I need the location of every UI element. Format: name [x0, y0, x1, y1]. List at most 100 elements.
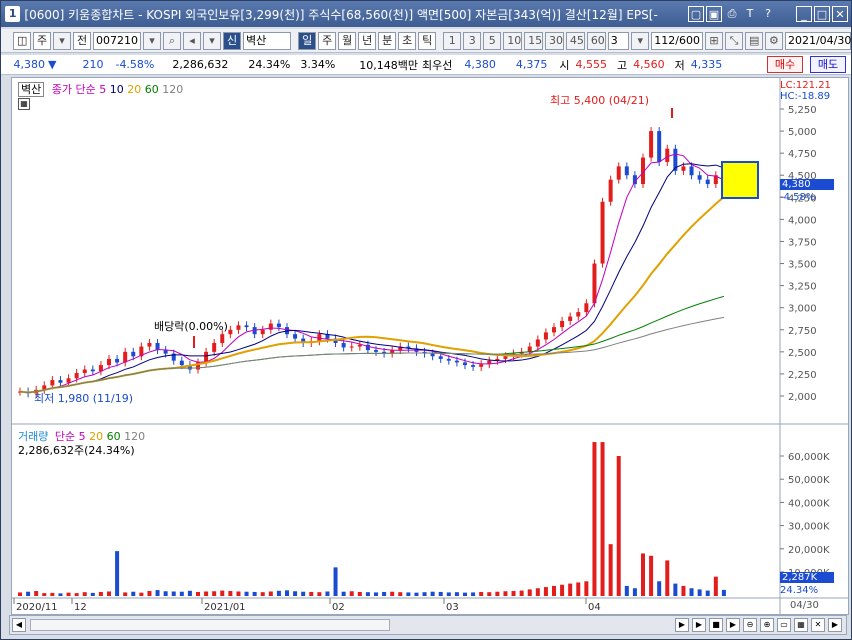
zoom-fit-icon[interactable]: ⊕: [760, 618, 774, 632]
candle-body: [260, 329, 265, 335]
chart-area[interactable]: 5,250 5,000 4,750 4,500 4,250 4,000 3,750 3,500…: [11, 77, 849, 615]
price-tick-label: 4,000: [788, 215, 817, 226]
candle-body: [657, 131, 662, 162]
grid-toggle-icon[interactable]: ▦: [18, 98, 30, 110]
zoom-in-icon[interactable]: ⊞: [704, 31, 723, 50]
volume-bar: [349, 591, 354, 596]
volume-bar: [438, 591, 443, 596]
date-input[interactable]: 2021/04/30: [784, 31, 851, 50]
interval-month[interactable]: 월: [338, 31, 357, 50]
minute-15[interactable]: 15: [524, 31, 544, 50]
price-tick-label: 3,000: [788, 304, 817, 315]
maximize-icon[interactable]: □: [814, 6, 830, 22]
chart-window: 1 [0600] 키움종합차트 - KOSPI 외국인보유[3,299(천)] …: [0, 0, 852, 640]
period-type-select[interactable]: 주: [33, 31, 51, 50]
volume-bar: [74, 593, 79, 596]
fast-forward-icon[interactable]: ▶: [726, 618, 740, 632]
volume-bar: [560, 584, 565, 596]
stop-icon[interactable]: ■: [709, 618, 723, 632]
interval-minute[interactable]: 분: [378, 31, 397, 50]
open-price: 4,555: [575, 58, 608, 71]
volume-bar: [632, 588, 637, 596]
candle-body: [584, 303, 589, 313]
scroll-right-icon[interactable]: ▶: [828, 618, 842, 632]
save-chart-icon[interactable]: ▤: [744, 31, 763, 50]
volume-bar: [398, 592, 403, 596]
x-tick-label: 2021/01: [204, 602, 246, 613]
minute-60[interactable]: 60: [586, 31, 606, 50]
volume-bar: [107, 591, 111, 596]
volume-bar: [131, 591, 136, 596]
play-icon[interactable]: ▶: [692, 618, 706, 632]
tick-dropdown-icon[interactable]: ▾: [631, 31, 650, 50]
ma5-label: 5: [99, 83, 107, 96]
minute-10[interactable]: 10: [503, 31, 523, 50]
candle-body: [576, 312, 581, 317]
print-icon[interactable]: ⎙: [724, 6, 740, 22]
candle-body: [568, 316, 573, 321]
stock-name-field[interactable]: 벽산: [243, 31, 292, 50]
scroll-next-icon[interactable]: ▶: [675, 618, 689, 632]
scroll-track[interactable]: [30, 619, 390, 631]
interval-week[interactable]: 주: [318, 31, 337, 50]
interval-day[interactable]: 일: [298, 31, 317, 50]
draw-tool-icon[interactable]: ⤡: [724, 31, 743, 50]
buy-button[interactable]: 매수: [767, 56, 803, 73]
dropdown-chevron-icon[interactable]: ▾: [53, 31, 71, 50]
text-tool-icon[interactable]: T: [742, 6, 758, 22]
interval-year[interactable]: 년: [358, 31, 377, 50]
chart-scrollbar[interactable]: ◀ ▶ ▶ ■ ▶ ⊖ ⊕ ▭ ▦ ✕ ▶: [9, 615, 847, 635]
chart-svg[interactable]: 5,2505,0004,7504,5004,2504,0003,7503,500…: [12, 78, 848, 614]
volume-bar: [228, 591, 233, 596]
minute-5[interactable]: 5: [483, 31, 502, 50]
layout-icon[interactable]: ◫: [13, 31, 31, 50]
volume-bar: [519, 590, 524, 596]
minute-1[interactable]: 1: [443, 31, 462, 50]
period-mode-button[interactable]: 전: [73, 31, 91, 50]
price-tick-label: 4,750: [788, 149, 817, 160]
candle-body: [90, 369, 95, 372]
candle-body: [438, 356, 443, 359]
pin-icon[interactable]: ▭: [777, 618, 791, 632]
volume-bar: [649, 555, 654, 596]
minimize-icon[interactable]: _: [796, 6, 812, 22]
sell-button[interactable]: 매도: [810, 56, 846, 73]
volume-bar: [236, 591, 241, 596]
volume-tick-label: 60,000K: [788, 452, 830, 463]
volume-bar: [665, 560, 670, 596]
save-icon[interactable]: ▣: [706, 6, 722, 22]
help-icon[interactable]: ?: [760, 6, 776, 22]
interval-second[interactable]: 초: [398, 31, 417, 50]
search-icon[interactable]: ⌕: [163, 31, 181, 50]
interval-tick[interactable]: 틱: [418, 31, 437, 50]
code-dropdown-icon[interactable]: ▾: [143, 31, 161, 50]
tick-value-input[interactable]: 3: [607, 31, 630, 50]
high-annotation: 최고 5,400 (04/21): [550, 94, 650, 107]
screen-split-icon[interactable]: ▢: [688, 6, 704, 22]
volume-bar: [503, 591, 508, 596]
minute-3[interactable]: 3: [463, 31, 482, 50]
volume-bar: [713, 576, 718, 596]
current-price-tag: 4,380: [780, 179, 834, 190]
zoom-out-icon[interactable]: ⊖: [743, 618, 757, 632]
bar-count-field[interactable]: 112/600: [651, 31, 703, 50]
stock-code-input[interactable]: 007210: [93, 31, 141, 50]
speaker-icon[interactable]: ◂: [183, 31, 201, 50]
list-icon[interactable]: ▾: [203, 31, 221, 50]
minute-45[interactable]: 45: [565, 31, 585, 50]
close-ma-label: 종가 단순: [51, 83, 96, 96]
reset-icon[interactable]: ✕: [811, 618, 825, 632]
volume-bar: [454, 592, 459, 596]
gear-icon[interactable]: ⚙: [764, 31, 783, 50]
volume-bar: [196, 591, 200, 596]
layout-settings-icon[interactable]: ▦: [794, 618, 808, 632]
scroll-left-icon[interactable]: ◀: [12, 618, 26, 632]
minute-30[interactable]: 30: [545, 31, 564, 50]
ma10-label: 10: [109, 83, 124, 96]
close-icon[interactable]: ✕: [832, 6, 848, 22]
price-tick-label: 3,250: [788, 282, 817, 293]
volume-bar: [681, 585, 686, 596]
stock-legend: 벽산: [18, 82, 45, 97]
volume-bar: [90, 592, 95, 596]
candle-body: [552, 327, 556, 333]
